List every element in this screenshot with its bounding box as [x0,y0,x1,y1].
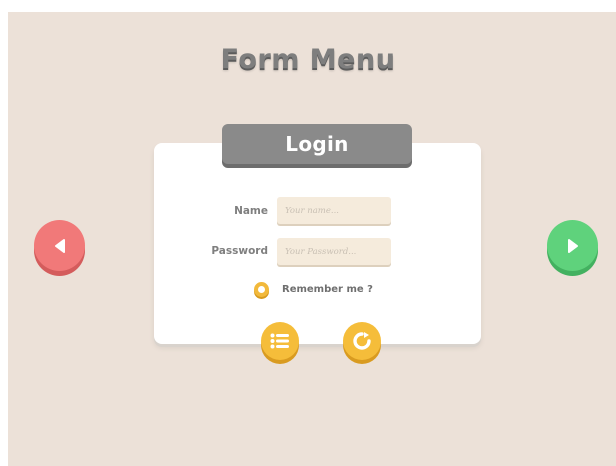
remember-me-radio[interactable] [254,282,269,297]
refresh-icon [353,332,371,350]
list-button[interactable] [261,322,299,360]
login-header: Login [222,124,412,164]
arrow-right-icon [567,238,578,253]
password-label: Password [211,245,268,257]
password-input[interactable] [277,238,391,265]
refresh-button[interactable] [343,322,381,360]
remember-me-label[interactable]: Remember me ? [282,284,373,295]
next-button[interactable] [547,220,598,271]
login-header-label: Login [285,132,349,156]
screen-title: Form Menu [220,44,396,75]
name-label: Name [234,205,268,217]
name-input[interactable] [277,197,391,224]
arrow-left-icon [54,238,65,253]
list-icon [270,333,289,349]
previous-button[interactable] [34,220,85,271]
